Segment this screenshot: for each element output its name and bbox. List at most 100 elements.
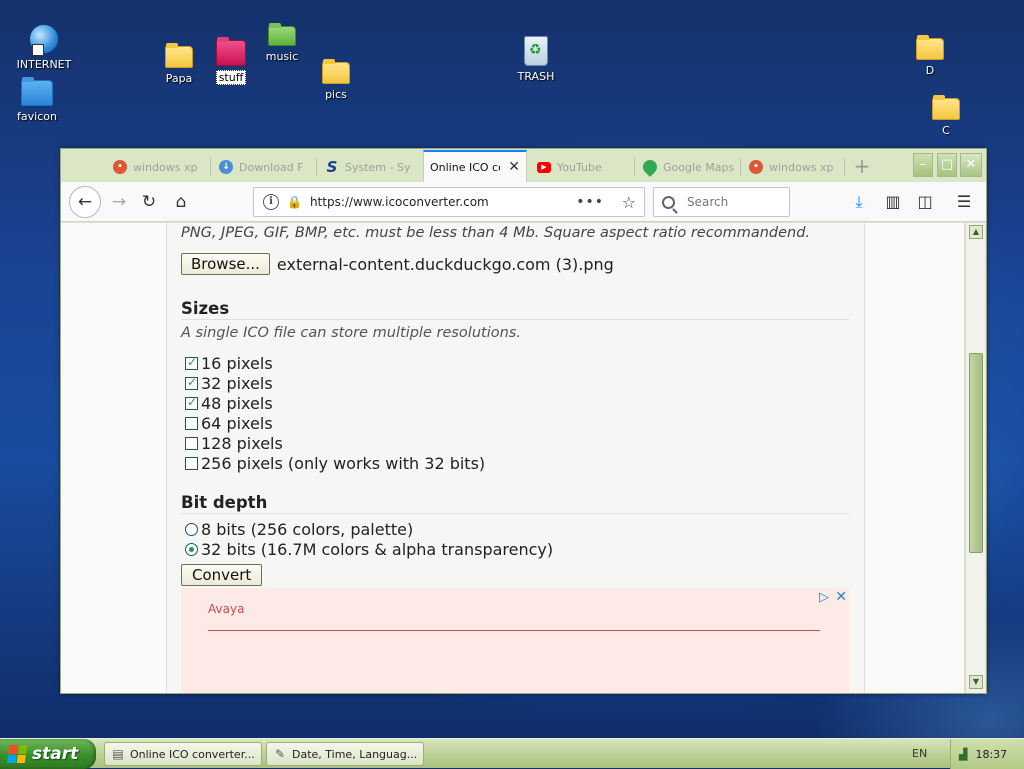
desktop-icon-pics[interactable]: pics: [296, 59, 376, 101]
url-text[interactable]: https://www.icoconverter.com: [310, 195, 489, 209]
url-bar[interactable]: i 🔒 https://www.icoconverter.com ••• ☆: [253, 187, 645, 217]
checkbox[interactable]: [185, 416, 198, 430]
ad-close-icon[interactable]: ✕: [835, 589, 847, 605]
desktop-icon-label: TRASH: [517, 70, 555, 83]
recycle-bin-icon: [524, 36, 548, 66]
search-input[interactable]: Search: [653, 187, 790, 217]
size-option-32[interactable]: 32 pixels: [185, 373, 273, 393]
tab-windows-xp-2[interactable]: • windows xp: [743, 152, 845, 182]
upload-hint: PNG, JPEG, GIF, BMP, etc. must be less t…: [181, 225, 811, 241]
size-option-64[interactable]: 64 pixels: [185, 413, 273, 433]
vertical-scrollbar[interactable]: ▲ ▼: [965, 223, 985, 693]
checkbox[interactable]: [185, 436, 198, 450]
desktop-icon-music[interactable]: music: [242, 23, 322, 63]
bitdepth-option-32[interactable]: 32 bits (16.7M colors & alpha transparen…: [185, 539, 553, 559]
folder-icon: [322, 59, 350, 84]
checkbox[interactable]: [185, 355, 198, 370]
tab-strip: • windows xp ↓ Download F S System - Sy …: [61, 149, 986, 182]
tab-label: System - Sy: [345, 160, 411, 174]
start-label: start: [32, 744, 79, 764]
desktop-icon-c[interactable]: C: [906, 95, 986, 137]
convert-button[interactable]: Convert: [181, 564, 263, 586]
desktop-icon-label: pics: [325, 88, 347, 101]
maximize-button[interactable]: □: [937, 153, 957, 177]
bitdepth-option-8[interactable]: 8 bits (256 colors, palette): [185, 519, 413, 539]
adchoices-icon[interactable]: ▷: [819, 590, 829, 605]
tab-label: windows xp: [769, 160, 834, 174]
browse-button[interactable]: Browse...: [181, 253, 270, 275]
radio-button[interactable]: [185, 542, 198, 556]
ad-title[interactable]: Avaya: [208, 602, 244, 616]
page-actions-icon[interactable]: •••: [576, 194, 604, 210]
desktop-icon-favicon[interactable]: favicon: [0, 77, 77, 123]
size-option-16[interactable]: 16 pixels: [185, 353, 273, 373]
tab-windows-xp[interactable]: • windows xp: [107, 152, 211, 182]
taskbar-button-label: Date, Time, Languag...: [292, 747, 418, 761]
tab-download[interactable]: ↓ Download F: [213, 152, 317, 182]
youtube-icon: ▶: [537, 161, 551, 173]
checkbox[interactable]: [185, 375, 198, 390]
desktop-icon-label: C: [942, 124, 950, 137]
advertisement[interactable]: Avaya ▷ ✕: [181, 588, 849, 693]
start-button[interactable]: start: [0, 739, 96, 769]
close-window-button[interactable]: ✕: [960, 153, 982, 177]
tab-label: Google Maps: [663, 160, 735, 174]
taskbar-button-browser[interactable]: ▤ Online ICO converter...: [104, 742, 262, 766]
close-tab-icon[interactable]: ✕: [508, 159, 520, 175]
forward-button[interactable]: →: [105, 188, 133, 216]
divider: [181, 319, 849, 320]
desktop-icon-label: D: [925, 64, 935, 77]
bit-depth-heading: Bit depth: [181, 493, 268, 512]
option-label: 32 bits (16.7M colors & alpha transparen…: [201, 539, 554, 559]
desktop-icon-d[interactable]: D: [890, 35, 970, 77]
tab-youtube[interactable]: ▶ YouTube: [531, 152, 635, 182]
tab-google-maps[interactable]: Google Maps: [637, 152, 741, 182]
home-button[interactable]: ⌂: [167, 188, 195, 216]
download-site-icon: ↓: [219, 160, 233, 174]
reload-button[interactable]: ↻: [135, 188, 163, 216]
tab-online-ico[interactable]: Online ICO co ✕: [423, 150, 527, 182]
size-option-256[interactable]: 256 pixels (only works with 32 bits): [185, 453, 485, 473]
folder-icon: [916, 35, 944, 60]
system-tray: ▟ 18:37: [950, 739, 1024, 769]
minimize-button[interactable]: –: [913, 153, 933, 177]
browser-window: • windows xp ↓ Download F S System - Sy …: [60, 148, 987, 694]
clock[interactable]: 18:37: [975, 748, 1007, 761]
taskbar-button-datetime[interactable]: ✎ Date, Time, Languag...: [266, 742, 424, 766]
bookmark-star-icon[interactable]: ☆: [622, 193, 636, 212]
checkbox[interactable]: [185, 395, 198, 410]
network-icon[interactable]: ▟: [959, 748, 967, 761]
library-icon[interactable]: ▥: [881, 190, 905, 214]
duckduckgo-icon: •: [749, 160, 763, 174]
option-label: 64 pixels: [201, 413, 273, 433]
radio-button[interactable]: [185, 522, 198, 536]
desktop-icon-label: INTERNET: [16, 58, 72, 71]
size-option-48[interactable]: 48 pixels: [185, 393, 273, 413]
new-tab-button[interactable]: +: [847, 152, 877, 180]
tab-system[interactable]: S System - Sy: [319, 152, 423, 182]
tab-label: Online ICO co: [430, 160, 501, 174]
sidebar-icon[interactable]: ◫: [913, 190, 937, 214]
option-label: 128 pixels: [201, 433, 283, 453]
lock-warning-icon[interactable]: 🔒: [287, 195, 302, 209]
option-label: 8 bits (256 colors, palette): [201, 519, 414, 539]
language-indicator[interactable]: EN: [912, 747, 927, 760]
folder-icon: [932, 95, 960, 120]
info-icon[interactable]: i: [263, 194, 279, 210]
downloads-icon[interactable]: ⤓: [847, 190, 871, 214]
scroll-thumb[interactable]: [969, 353, 983, 553]
google-maps-icon: [640, 157, 660, 177]
search-icon: [662, 195, 675, 209]
menu-icon[interactable]: ☰: [952, 190, 976, 214]
checkbox[interactable]: [185, 456, 198, 470]
back-button[interactable]: ←: [69, 186, 101, 218]
desktop-icon-label: stuff: [215, 70, 247, 85]
size-option-128[interactable]: 128 pixels: [185, 433, 283, 453]
windows-flag-icon: [6, 745, 28, 763]
desktop-icon-trash[interactable]: TRASH: [496, 36, 576, 83]
scroll-down-arrow[interactable]: ▼: [969, 675, 983, 689]
desktop-icon-internet[interactable]: INTERNET: [4, 24, 84, 71]
scroll-up-arrow[interactable]: ▲: [969, 225, 983, 239]
divider: [181, 513, 849, 514]
internet-globe-icon: [29, 24, 59, 56]
